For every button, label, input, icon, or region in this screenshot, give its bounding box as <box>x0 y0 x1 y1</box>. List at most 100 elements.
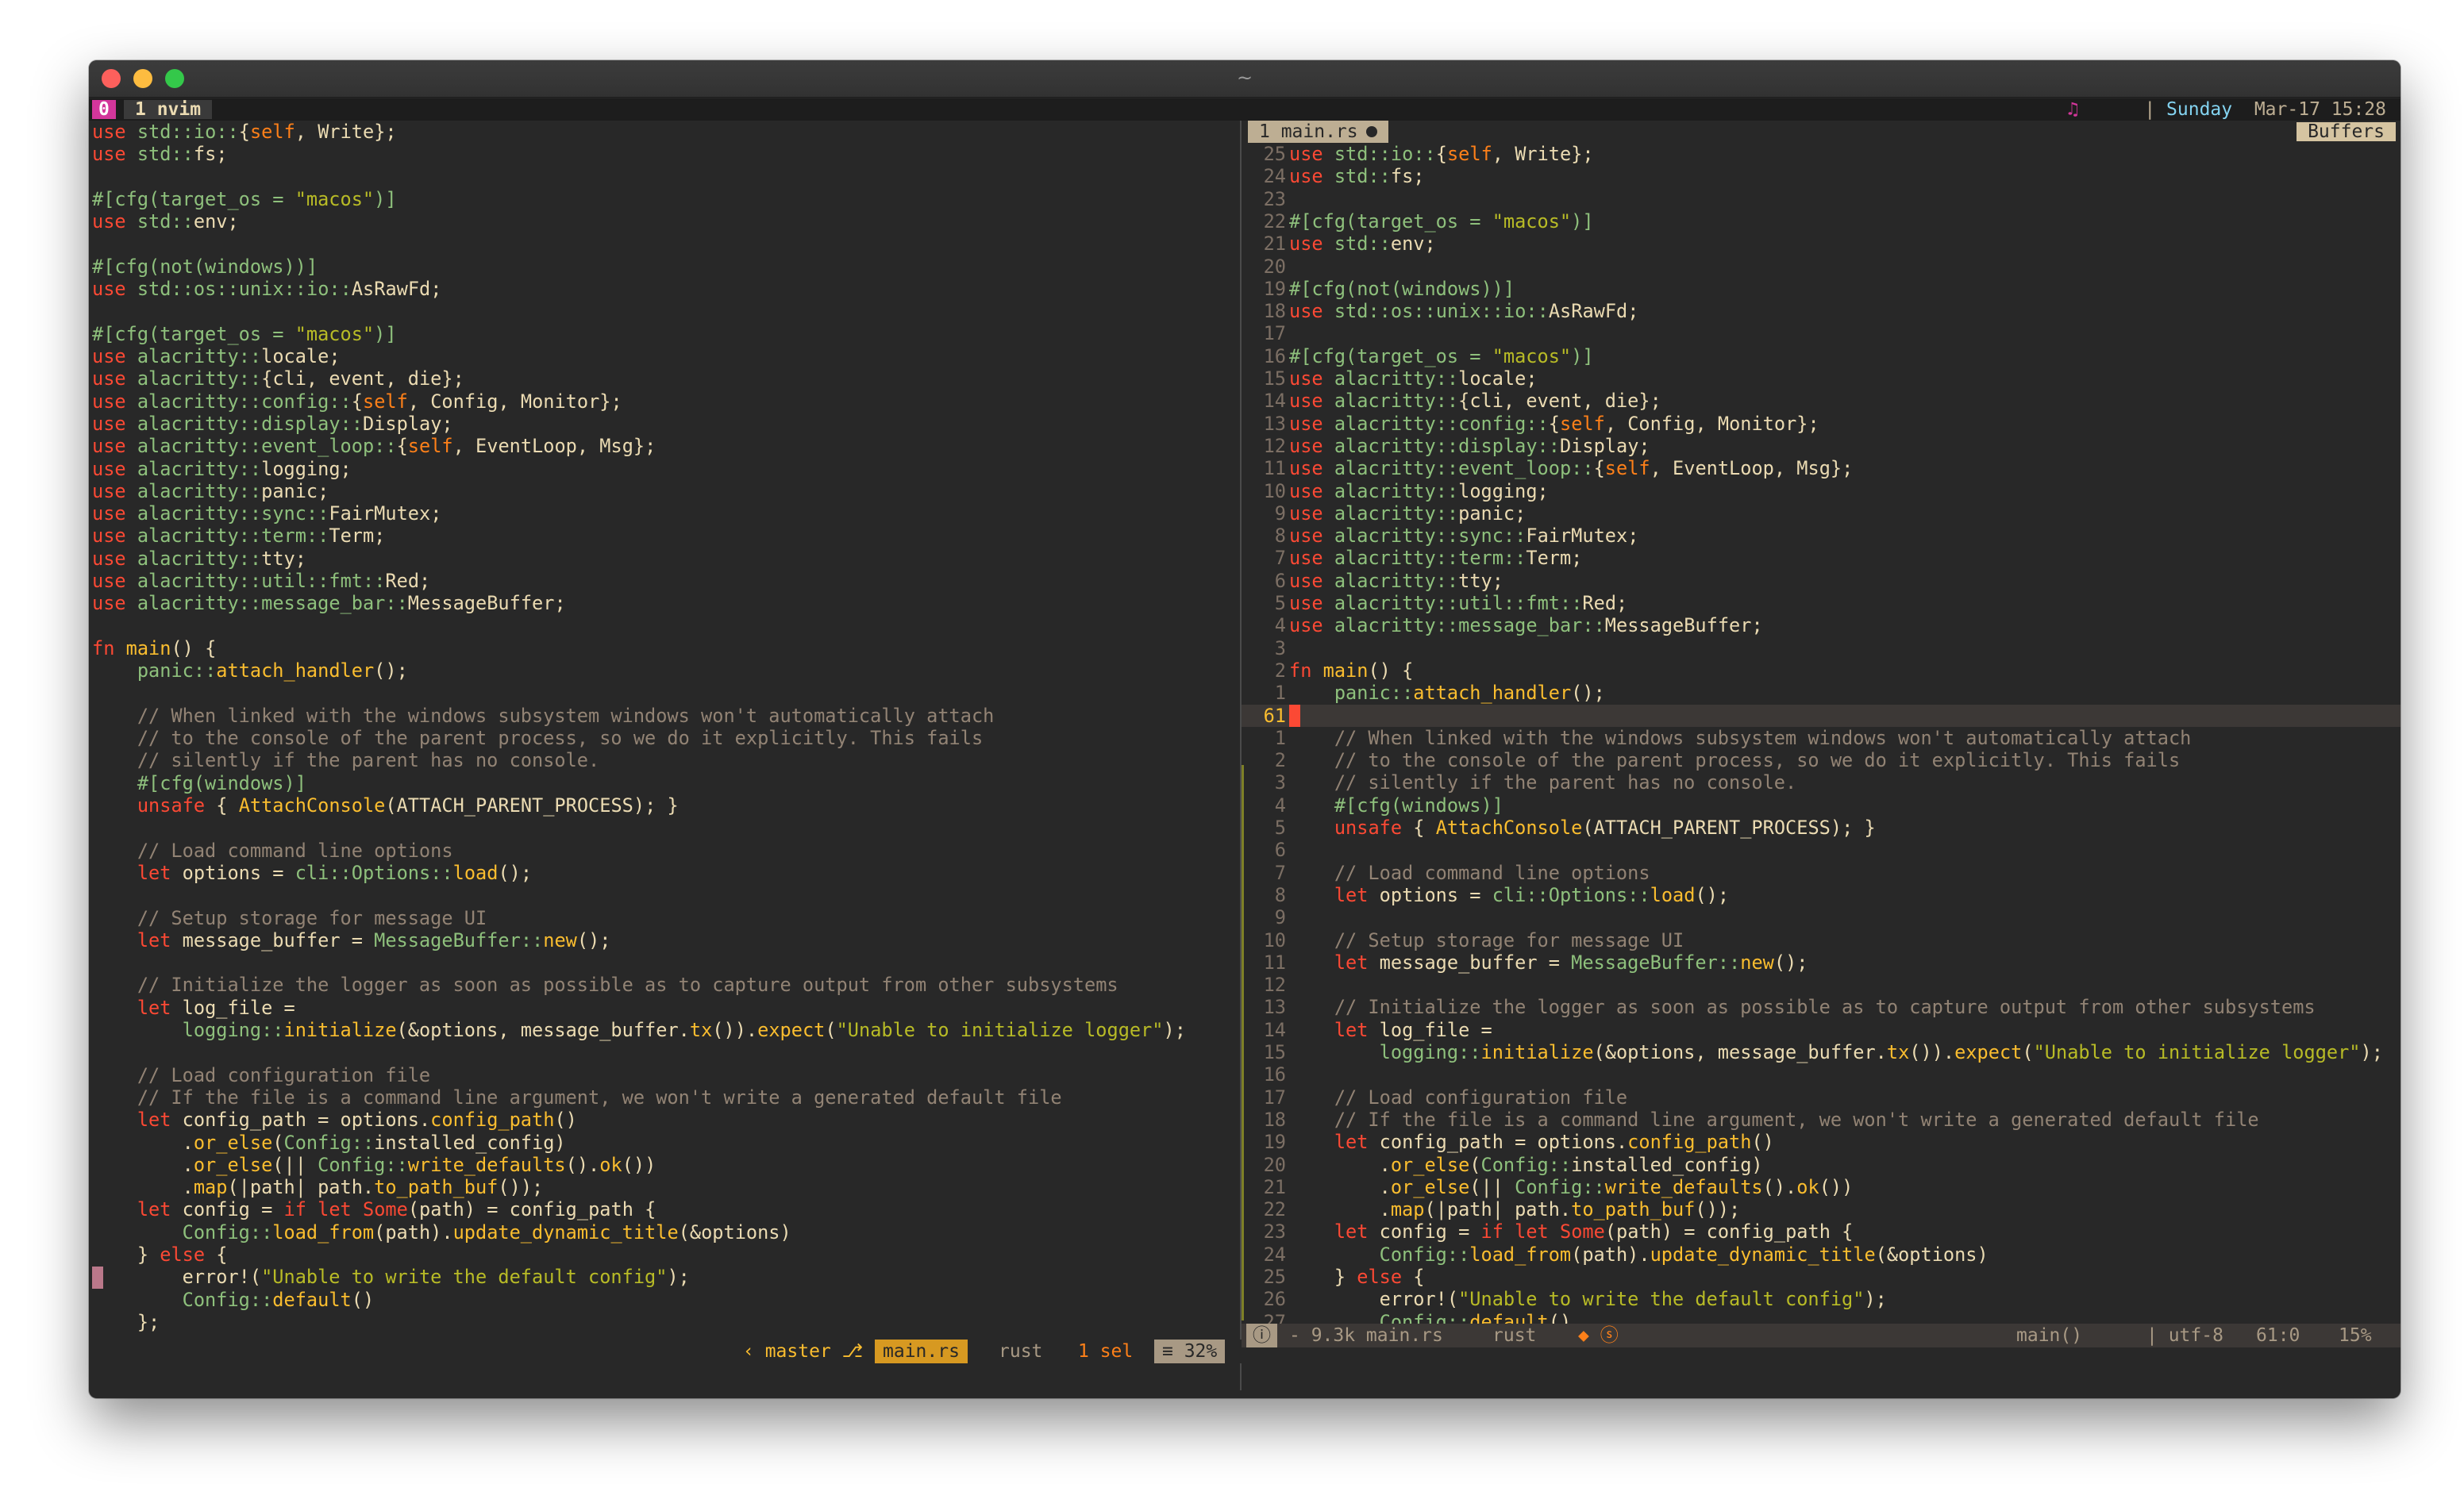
code-line[interactable]: 1 // When linked with the windows subsys… <box>1242 727 2400 749</box>
buffer-tab-main-rs[interactable]: 1 main.rs <box>1248 121 1388 143</box>
tmux-window-0[interactable]: 0 <box>92 100 116 119</box>
code-line[interactable]: 25 } else { <box>1242 1266 2400 1288</box>
code-line[interactable]: panic::attach_handler(); <box>92 659 1242 682</box>
code-line[interactable]: 19 #[cfg(not(windows))] <box>1242 278 2400 300</box>
code-line[interactable]: use alacritty::message_bar::MessageBuffe… <box>92 592 1242 614</box>
code-line[interactable]: let options = cli::Options::load(); <box>92 862 1242 884</box>
code-line[interactable]: 9 use alacritty::panic; <box>1242 502 2400 525</box>
code-line[interactable]: use std::io::{self, Write}; <box>92 121 1242 143</box>
code-line[interactable] <box>92 233 1242 256</box>
code-line[interactable]: 2 fn main() { <box>1242 659 2400 682</box>
code-line[interactable]: .or_else(Config::installed_config) <box>92 1132 1242 1154</box>
code-line[interactable]: // Load configuration file <box>92 1064 1242 1086</box>
code-line[interactable] <box>92 300 1242 322</box>
code-line[interactable]: 18 // If the file is a command line argu… <box>1242 1109 2400 1131</box>
code-line[interactable]: 11 let message_buffer = MessageBuffer::n… <box>1242 951 2400 974</box>
buffers-button[interactable]: Buffers <box>2297 122 2396 141</box>
code-line[interactable]: Config::load_from(path).update_dynamic_t… <box>92 1221 1242 1244</box>
code-line[interactable]: 7 use alacritty::term::Term; <box>1242 547 2400 569</box>
code-line[interactable]: 19 let config_path = options.config_path… <box>1242 1131 2400 1153</box>
code-line[interactable]: let config_path = options.config_path() <box>92 1109 1242 1131</box>
code-line[interactable]: 4 use alacritty::message_bar::MessageBuff… <box>1242 614 2400 636</box>
code-line[interactable]: // Load command line options <box>92 840 1242 862</box>
code-line[interactable]: use alacritty::config::{self, Config, Mo… <box>92 390 1242 413</box>
code-line[interactable]: 25 use std::io::{self, Write}; <box>1242 143 2400 165</box>
code-line[interactable]: .or_else(|| Config::write_defaults().ok(… <box>92 1154 1242 1176</box>
code-line[interactable]: 2 // to the console of the parent proces… <box>1242 749 2400 771</box>
code-line[interactable]: use std::env; <box>92 210 1242 233</box>
code-line[interactable]: Config::default() <box>92 1289 1242 1311</box>
code-line[interactable]: 3 <box>1242 637 2400 659</box>
code-line[interactable]: unsafe { AttachConsole(ATTACH_PARENT_PRO… <box>92 794 1242 817</box>
code-line[interactable]: // If the file is a command line argumen… <box>92 1086 1242 1109</box>
code-line[interactable]: let message_buffer = MessageBuffer::new(… <box>92 929 1242 951</box>
code-line[interactable]: 18 use std::os::unix::io::AsRawFd; <box>1242 300 2400 322</box>
code-line[interactable]: 17 // Load configuration file <box>1242 1086 2400 1109</box>
code-line[interactable]: use alacritty::util::fmt::Red; <box>92 570 1242 592</box>
code-line[interactable]: 16 <box>1242 1063 2400 1086</box>
code-line[interactable]: .map(|path| path.to_path_buf()); <box>92 1176 1242 1198</box>
code-line[interactable] <box>92 682 1242 705</box>
code-line[interactable]: 3 // silently if the parent has no conso… <box>1242 771 2400 794</box>
code-line[interactable]: // silently if the parent has no console… <box>92 749 1242 771</box>
code-line[interactable]: 17 <box>1242 322 2400 344</box>
code-line[interactable]: use alacritty::display::Display; <box>92 413 1242 435</box>
code-line[interactable]: 13 // Initialize the logger as soon as p… <box>1242 996 2400 1018</box>
code-line[interactable]: #[cfg(windows)] <box>92 772 1242 794</box>
code-line[interactable]: 24 use std::fs; <box>1242 165 2400 187</box>
code-line[interactable]: 23 let config = if let Some(path) = conf… <box>1242 1220 2400 1243</box>
code-line[interactable]: 22 #[cfg(target_os = "macos")] <box>1242 210 2400 233</box>
code-line[interactable]: let log_file = <box>92 997 1242 1019</box>
code-line[interactable]: 5 unsafe { AttachConsole(ATTACH_PARENT_P… <box>1242 817 2400 839</box>
code-line[interactable]: 16 #[cfg(target_os = "macos")] <box>1242 345 2400 367</box>
code-line[interactable]: logging::initialize(&options, message_bu… <box>92 1019 1242 1041</box>
code-line[interactable] <box>92 884 1242 906</box>
code-line[interactable]: use alacritty::event_loop::{self, EventL… <box>92 435 1242 457</box>
code-line[interactable]: 8 let options = cli::Options::load(); <box>1242 884 2400 906</box>
code-line[interactable] <box>92 1041 1242 1063</box>
code-line[interactable] <box>92 951 1242 974</box>
code-line[interactable]: 10 // Setup storage for message UI <box>1242 929 2400 951</box>
code-line[interactable]: 9 <box>1242 906 2400 928</box>
code-line[interactable]: use alacritty::panic; <box>92 480 1242 502</box>
code-line[interactable]: use alacritty::locale; <box>92 345 1242 367</box>
code-line[interactable]: #[cfg(target_os = "macos")] <box>92 323 1242 345</box>
code-line[interactable]: error!("Unable to write the default conf… <box>92 1266 1242 1288</box>
code-line[interactable]: 5 use alacritty::util::fmt::Red; <box>1242 592 2400 614</box>
code-line[interactable]: 20 .or_else(Config::installed_config) <box>1242 1154 2400 1176</box>
code-line[interactable]: 15 use alacritty::locale; <box>1242 367 2400 390</box>
code-line[interactable]: 21 .or_else(|| Config::write_defaults().… <box>1242 1176 2400 1198</box>
code-line[interactable]: 11 use alacritty::event_loop::{self, Even… <box>1242 457 2400 479</box>
code-line[interactable]: use alacritty::logging; <box>92 458 1242 480</box>
code-line[interactable] <box>92 166 1242 188</box>
code-line[interactable]: 13 use alacritty::config::{self, Config, … <box>1242 413 2400 435</box>
code-line[interactable]: 14 let log_file = <box>1242 1019 2400 1041</box>
code-line[interactable]: 23 <box>1242 188 2400 210</box>
code-line[interactable]: } else { <box>92 1244 1242 1266</box>
code-line[interactable] <box>92 615 1242 637</box>
code-line[interactable]: 10 use alacritty::logging; <box>1242 480 2400 502</box>
code-line[interactable]: use std::fs; <box>92 143 1242 165</box>
code-line[interactable]: 6 <box>1242 839 2400 861</box>
code-line[interactable]: 14 use alacritty::{cli, event, die}; <box>1242 390 2400 412</box>
code-line[interactable]: // Initialize the logger as soon as poss… <box>92 974 1242 996</box>
left-editor-pane[interactable]: use std::io::{self, Write}; use std::fs;#… <box>89 121 1242 1390</box>
code-line[interactable]: use alacritty::sync::FairMutex; <box>92 502 1242 525</box>
tmux-window-1[interactable]: 1 nvim <box>124 100 213 119</box>
code-line[interactable]: 26 error!("Unable to write the default c… <box>1242 1288 2400 1310</box>
code-line[interactable]: 20 <box>1242 256 2400 278</box>
code-line[interactable]: 1 panic::attach_handler(); <box>1242 682 2400 704</box>
code-line[interactable]: let config = if let Some(path) = config_… <box>92 1198 1242 1220</box>
code-line[interactable]: 22 .map(|path| path.to_path_buf()); <box>1242 1198 2400 1220</box>
code-line[interactable] <box>92 817 1242 839</box>
right-editor-pane[interactable]: 1 main.rs Buffers 25 use std::io::{self, … <box>1242 121 2400 1390</box>
code-line[interactable]: 21 use std::env; <box>1242 233 2400 255</box>
code-line[interactable]: 7 // Load command line options <box>1242 862 2400 884</box>
code-line[interactable]: #[cfg(not(windows))] <box>92 256 1242 278</box>
code-line[interactable]: // Setup storage for message UI <box>92 907 1242 929</box>
code-line[interactable]: 24 Config::load_from(path).update_dynami… <box>1242 1244 2400 1266</box>
code-line[interactable]: // When linked with the windows subsyste… <box>92 705 1242 727</box>
code-line[interactable]: 15 logging::initialize(&options, message… <box>1242 1041 2400 1063</box>
code-line[interactable]: }; <box>92 1311 1242 1333</box>
code-line[interactable]: 4 #[cfg(windows)] <box>1242 794 2400 817</box>
